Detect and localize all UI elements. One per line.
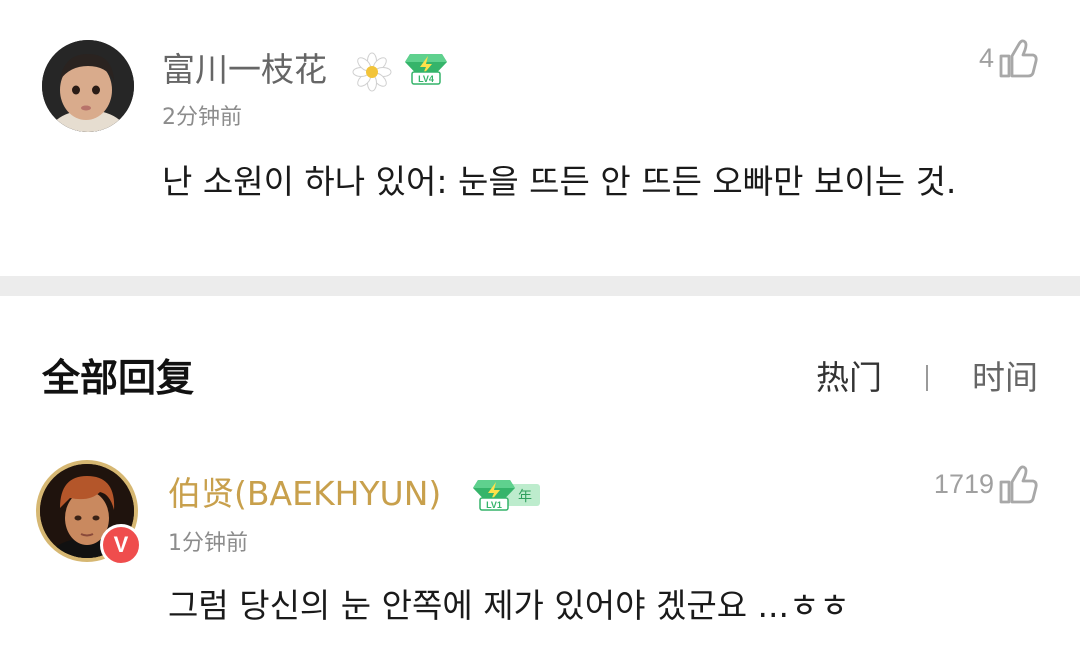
parent-comment: 富川一枝花 LV4 2分钟前 4 난 소원이 하나 있어: 눈을 뜨든 안 뜨든…	[0, 0, 1080, 276]
tab-time[interactable]: 时间	[972, 354, 1038, 402]
timestamp: 1分钟前	[168, 531, 248, 556]
thumbs-up-icon[interactable]	[998, 462, 1038, 506]
like-count: 1719	[933, 469, 994, 499]
replies-title: 全部回复	[42, 356, 195, 400]
like-button[interactable]: 1719	[934, 462, 1038, 506]
level-badge-icon: LV4	[405, 54, 447, 85]
comment-text: 그럼 당신의 눈 안쪽에 제가 있어야 겠군요 ...ㅎㅎ	[168, 586, 850, 625]
avatar[interactable]	[42, 40, 134, 132]
level-label: LV4	[418, 74, 434, 84]
daisy-flower-icon	[352, 52, 392, 92]
like-button[interactable]: 4	[979, 36, 1038, 80]
comment-text: 난 소원이 하나 있어: 눈을 뜨든 안 뜨든 오빠만 보이는 것.	[162, 162, 957, 201]
verified-icon: V	[100, 524, 142, 566]
sort-separator	[926, 365, 928, 391]
sort-bar: 热门 时间	[816, 354, 1038, 402]
like-count: 4	[978, 43, 994, 73]
thumbs-up-icon[interactable]	[998, 36, 1038, 80]
section-divider	[0, 276, 1080, 296]
year-label: 年	[518, 489, 532, 505]
tab-hot[interactable]: 热门	[816, 354, 882, 402]
username[interactable]: 伯贤(BAEKHYUN)	[168, 474, 441, 514]
username[interactable]: 富川一枝花	[162, 50, 327, 90]
level-badge-icon: 年 LV1	[473, 480, 540, 511]
level-label: LV1	[486, 500, 502, 510]
comment-detail-page: 富川一枝花 LV4 2分钟前 4 난 소원이 하나 있어: 눈을 뜨든 안 뜨든…	[0, 0, 1080, 672]
timestamp: 2分钟前	[162, 105, 242, 130]
